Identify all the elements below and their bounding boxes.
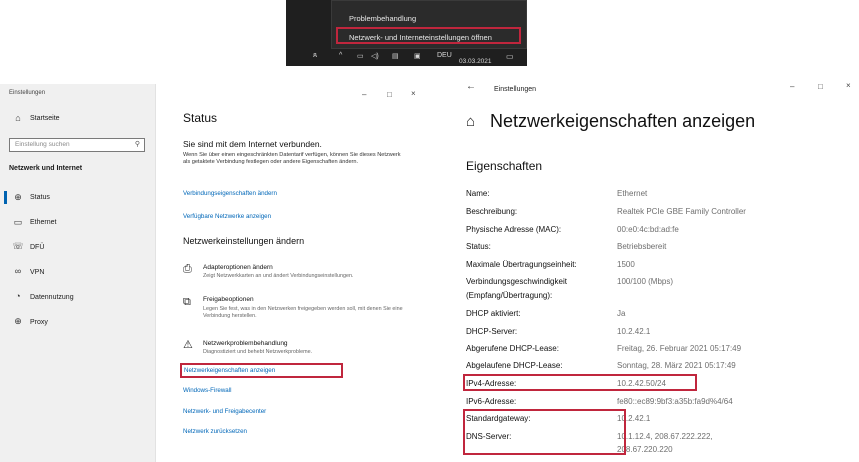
highlight-box-link [180,363,343,378]
properties-window-title: Einstellungen [494,86,537,93]
prop-value-lease-obtained: Freitag, 26. Februar 2021 05:17:49 [617,344,742,353]
prop-label-description: Beschreibung: [466,207,518,216]
search-icon: ⚲ [134,141,140,148]
prop-label-speed: Verbindungsgeschwindigkeit [466,277,567,286]
highlight-box-ipv4 [463,374,697,391]
option-troubleshoot[interactable]: Netzwerkproblembehandlung [203,340,288,347]
prop-label-mtu: Maximale Übertragungseinheit: [466,260,577,269]
prop-value-status: Betriebsbereit [617,242,667,251]
option-troubleshoot-desc: Diagnostiziert und behebt Netzwerkproble… [203,349,313,355]
prop-value-name: Ethernet [617,189,648,198]
search-input[interactable]: Einstellung suchen ⚲ [9,138,145,152]
prop-label-lease-obtained: Abgerufene DHCP-Lease: [466,344,559,353]
prop-value-dhcp-server: 10.2.42.1 [617,327,651,336]
prop-value-dhcp-enabled: Ja [617,309,626,318]
link-connection-properties[interactable]: Verbindungseigenschaften ändern [183,190,277,197]
back-button[interactable]: ← [466,81,476,92]
sidebar-item-status[interactable]: Status [30,194,50,201]
sidebar-item-ethernet[interactable]: Ethernet [30,219,56,226]
dialup-icon: ☏ [12,241,24,251]
maximize-button[interactable]: □ [387,90,392,99]
prop-label-mac: Physische Adresse (MAC): [466,225,562,234]
link-network-reset[interactable]: Netzwerk zurücksetzen [183,428,247,435]
notification-icon[interactable]: ▭ [506,52,514,61]
prop-label-status: Status: [466,242,491,251]
status-icon: ⊕ [14,192,22,202]
prop-value-dns: 10.1.12.4, 208.67.222.222, [617,432,713,441]
sidebar-section: Netzwerk und Internet [9,165,83,172]
people-icon[interactable]: ጸ [313,52,317,60]
sidebar-item-data-usage[interactable]: Datennutzung [30,294,74,301]
volume-icon[interactable]: ◁) [371,52,379,60]
prop-label-lease-expires: Abgelaufene DHCP-Lease: [466,361,563,370]
prop-value-lease-expires: Sonntag, 28. März 2021 05:17:49 [617,361,736,370]
data-usage-icon: ◔ [15,291,21,301]
prop-value-mac: 00:e0:4c:bd:ad:fe [617,225,679,234]
warning-icon: ⚠ [183,339,193,351]
connected-text: Wenn Sie über einen eingeschränkten Date… [183,152,401,165]
option-sharing[interactable]: Freigabeoptionen [203,296,254,303]
prop-value-description: Realtek PCIe GBE Family Controller [617,207,746,216]
ethernet-icon: ▭ [13,217,23,227]
close-button[interactable]: × [411,89,416,98]
vpn-icon: ∞ [14,266,22,276]
sidebar-item-dfu[interactable]: DFÜ [30,244,44,251]
sidebar-item-proxy[interactable]: Proxy [30,319,48,326]
prop-value-speed: 100/100 (Mbps) [617,277,674,286]
close-button-2[interactable]: × [846,81,851,90]
network-icon[interactable]: ▭ [357,52,364,60]
link-firewall[interactable]: Windows-Firewall [183,387,231,394]
highlight-box-gateway-dns [463,409,626,455]
page-heading: Netzwerkeigenschaften anzeigen [490,111,756,131]
section-heading: Netzwerkeinstellungen ändern [183,236,305,246]
search-placeholder: Einstellung suchen [15,141,70,148]
option-sharing-desc: Legen Sie fest, was in den Netzwerken fr… [203,306,403,319]
sidebar-item-home[interactable]: Startseite [30,115,60,122]
maximize-button-2[interactable]: □ [818,82,823,91]
prop-label-dhcp-enabled: DHCP aktiviert: [466,309,521,318]
home-icon: ⌂ [15,113,21,123]
prop-label-name: Name: [466,189,490,198]
sharing-icon: ⧉ [183,296,191,308]
prop-label-speed-2: (Empfang/Übertragung): [466,291,553,300]
highlight-box-menu [336,27,521,44]
option-adapter[interactable]: Adapteroptionen ändern [203,264,273,271]
prop-label-dhcp-server: DHCP-Server: [466,327,518,336]
sidebar-item-vpn[interactable]: VPN [30,269,44,276]
minimize-button-2[interactable]: – [790,82,794,91]
connected-heading: Sie sind mit dem Internet verbunden. [183,139,322,149]
active-indicator [4,191,7,204]
link-available-networks[interactable]: Verfügbare Netzwerke anzeigen [183,213,271,220]
proxy-icon: ⊕ [14,316,22,326]
page-title: Status [183,111,218,125]
link-sharing-center[interactable]: Netzwerk- und Freigabecenter [183,408,266,415]
menu-item-troubleshoot[interactable]: Problembehandlung [349,14,416,23]
chevron-up-icon[interactable]: ^ [339,52,342,59]
monitor-icon[interactable]: ▣ [414,52,421,60]
adapter-icon: ⎙ [183,263,192,275]
section-title: Eigenschaften [466,159,543,173]
option-adapter-desc: Zeigt Netzwerkkarten an und ändert Verbi… [203,273,354,279]
prop-value-ipv6: fe80::ec89:9bf3:a35b:fa9d%4/64 [617,397,733,406]
window-title: Einstellungen [9,90,46,96]
keyboard-icon[interactable]: ▤ [392,52,399,60]
prop-value-mtu: 1500 [617,260,635,269]
prop-label-ipv6: IPv6-Adresse: [466,397,517,406]
tray-date[interactable]: 03.03.2021 [459,58,492,65]
home-icon-2[interactable]: ⌂ [466,113,475,130]
tray-language[interactable]: DEU [437,52,452,59]
minimize-button[interactable]: – [362,90,366,99]
